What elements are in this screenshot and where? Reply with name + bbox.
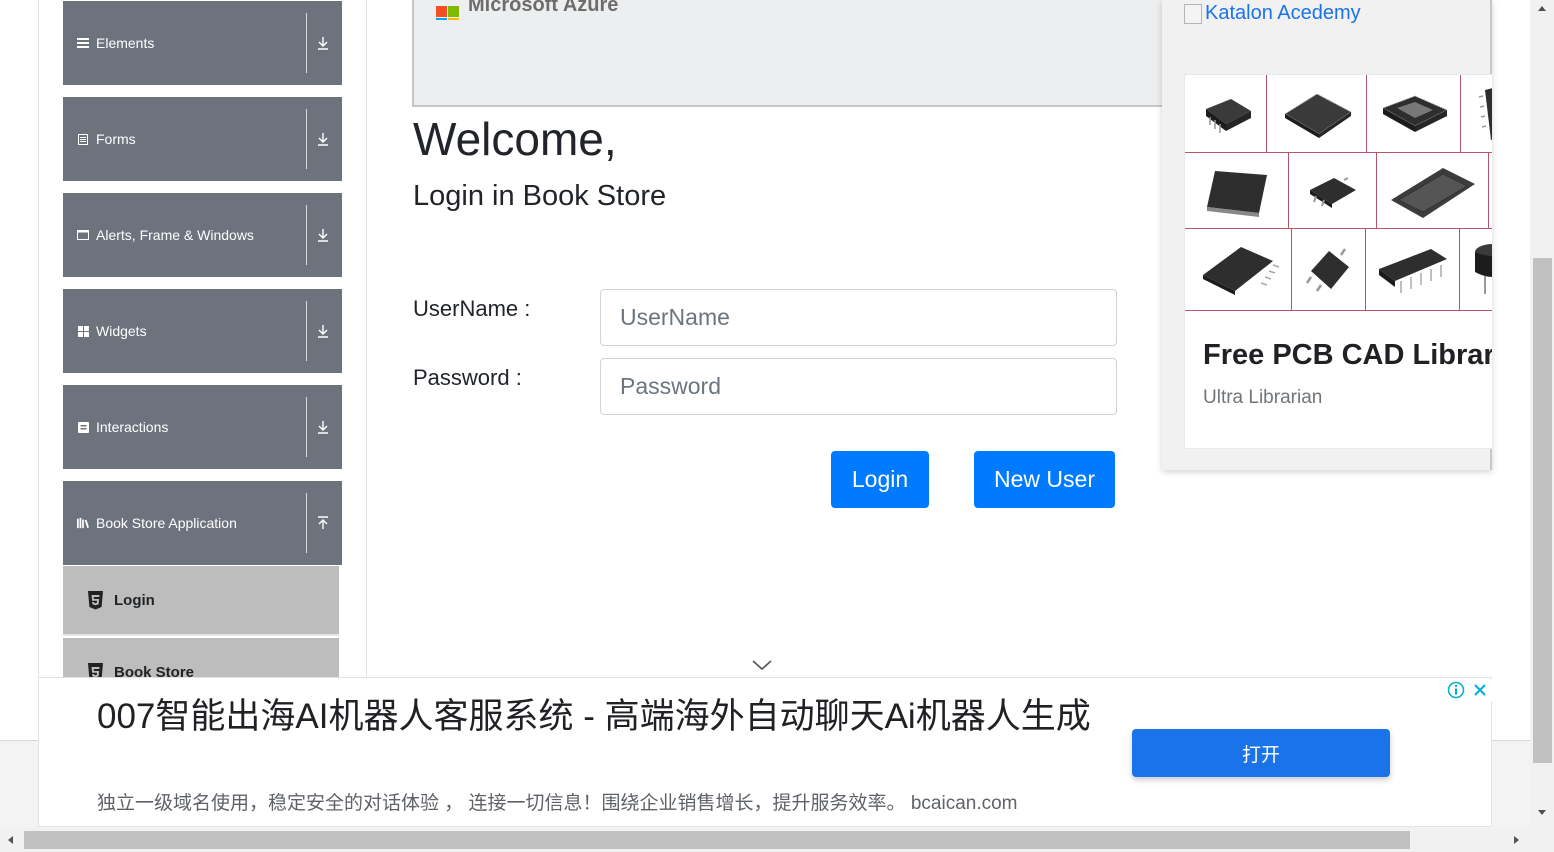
group-separator	[306, 109, 307, 169]
sidebar-group-widgets[interactable]: Widgets	[63, 289, 342, 373]
upload-arrow-icon	[316, 514, 330, 532]
sidebar-group-interactions[interactable]: Interactions	[63, 385, 342, 469]
form-icon	[77, 133, 89, 145]
scroll-up-arrow-icon[interactable]	[1538, 6, 1546, 11]
chip-image	[1489, 153, 1492, 229]
right-ad[interactable]: Katalon Acedemy Free PCB CAD Librar Ultr…	[1162, 0, 1492, 470]
pcb-ad-subtitle: Ultra Librarian	[1203, 387, 1323, 408]
group-separator	[306, 493, 307, 553]
bottom-ad[interactable]: 007智能出海AI机器人客服系统 - 高端海外自动聊天Ai机器人生成 独立一级域…	[38, 677, 1492, 827]
submenu-item-label: Login	[114, 591, 155, 609]
chevron-down-icon[interactable]	[751, 658, 773, 672]
scroll-left-arrow-icon[interactable]	[8, 836, 13, 844]
submenu-item-login[interactable]: Login	[63, 566, 339, 636]
chip-image	[1185, 153, 1289, 229]
interaction-icon	[77, 421, 89, 433]
chip-image-grid	[1185, 75, 1492, 311]
horizontal-scroll-thumb[interactable]	[24, 831, 1410, 849]
password-label: Password :	[413, 365, 522, 390]
chip-image	[1460, 229, 1492, 311]
top-ad-banner[interactable]: Microsoft Azure	[412, 0, 1172, 107]
chip-image	[1377, 153, 1489, 229]
download-arrow-icon	[316, 322, 330, 340]
horizontal-scrollbar[interactable]	[0, 828, 1554, 852]
ad-info-icon[interactable]	[1444, 679, 1468, 701]
username-label: UserName :	[413, 296, 531, 321]
books-icon	[77, 517, 89, 529]
sidebar-group-forms[interactable]: Forms	[63, 97, 342, 181]
new-user-button[interactable]: New User	[974, 451, 1115, 508]
download-arrow-icon	[316, 130, 330, 148]
ad-close-icon[interactable]	[1468, 679, 1492, 701]
group-separator	[306, 13, 307, 73]
banner-text: Microsoft Azure	[468, 0, 619, 16]
username-input[interactable]	[600, 289, 1117, 346]
download-arrow-icon	[316, 226, 330, 244]
vertical-scroll-thumb[interactable]	[1533, 258, 1552, 763]
page-subtitle: Login in Book Store	[413, 180, 667, 212]
bottom-ad-description: 独立一级域名使用，稳定安全的对话体验 ， 连接一切信息！围绕企业销售增长，提升服…	[97, 793, 1018, 814]
login-button[interactable]: Login	[831, 451, 929, 508]
chip-image	[1292, 229, 1366, 311]
sidebar-group-alerts[interactable]: Alerts, Frame & Windows	[63, 193, 342, 277]
password-input[interactable]	[600, 358, 1117, 415]
ad-open-button[interactable]: 打开	[1132, 729, 1390, 777]
chip-image	[1367, 75, 1461, 153]
group-separator	[306, 397, 307, 457]
microsoft-logo-icon	[436, 6, 460, 20]
sidebar-group-elements[interactable]: Elements	[63, 1, 342, 85]
broken-image-alt: Katalon Acedemy	[1205, 2, 1361, 24]
pcb-ad-card[interactable]: Free PCB CAD Libraries Ultra Librarian	[1184, 74, 1492, 449]
group-separator	[306, 301, 307, 361]
chip-image	[1185, 75, 1267, 153]
chip-image	[1267, 75, 1367, 153]
download-arrow-icon	[316, 34, 330, 52]
scroll-down-arrow-icon[interactable]	[1538, 810, 1546, 815]
window-icon	[77, 229, 89, 241]
download-arrow-icon	[316, 418, 330, 436]
vertical-scrollbar[interactable]	[1530, 0, 1554, 828]
page-title: Welcome,	[413, 113, 617, 165]
bottom-ad-title[interactable]: 007智能出海AI机器人客服系统 - 高端海外自动聊天Ai机器人生成	[97, 694, 1097, 740]
grid-icon	[77, 325, 89, 337]
list-icon	[77, 37, 89, 49]
page: Elements Forms Alerts, Frame & Windows W…	[0, 0, 1554, 852]
broken-image-icon	[1184, 3, 1202, 24]
chip-image	[1366, 229, 1460, 311]
chip-image	[1185, 229, 1292, 311]
html5-icon	[87, 590, 104, 610]
left-border	[38, 0, 39, 740]
pcb-ad-title: Free PCB CAD Libraries	[1203, 339, 1492, 371]
scroll-right-arrow-icon[interactable]	[1514, 836, 1519, 844]
group-separator	[306, 205, 307, 265]
sidebar-group-book-store[interactable]: Book Store Application	[63, 481, 342, 565]
broken-image[interactable]: Katalon Acedemy	[1184, 2, 1361, 25]
content-divider	[366, 0, 367, 676]
chip-image	[1461, 75, 1492, 153]
chip-image	[1289, 153, 1377, 229]
